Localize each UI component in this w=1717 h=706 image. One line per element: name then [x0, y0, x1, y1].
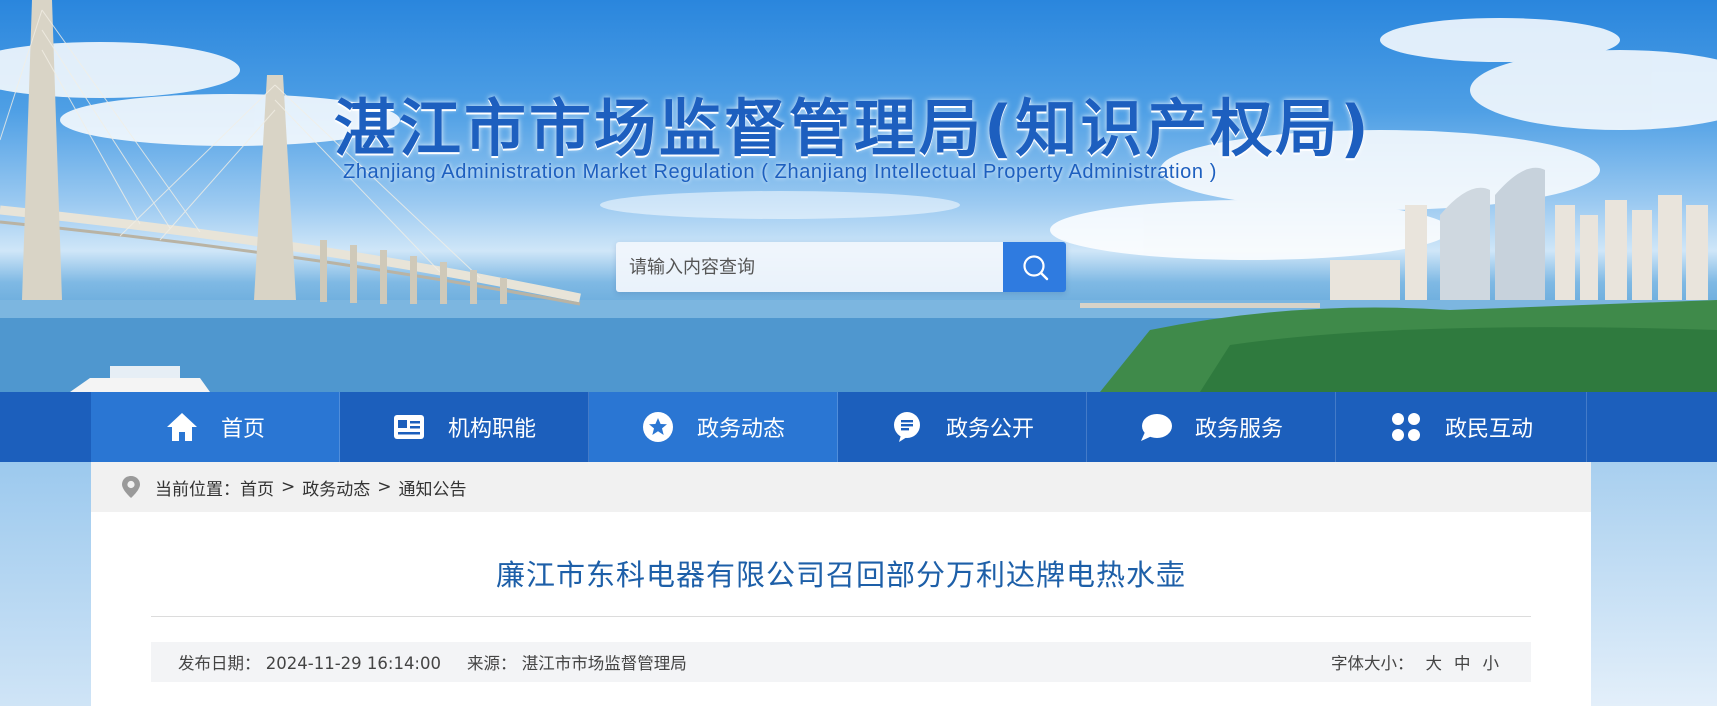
- chat-bubble-icon: [1139, 410, 1173, 444]
- publish-date-label: 发布日期：: [178, 654, 261, 673]
- search-icon: [1021, 253, 1049, 281]
- banner-scenery: [0, 0, 1717, 392]
- id-card-icon: [392, 410, 426, 444]
- breadcrumb-separator: >: [281, 477, 296, 497]
- document-bubble-icon: [890, 410, 924, 444]
- location-pin-icon: [121, 475, 141, 499]
- breadcrumb-news[interactable]: 政务动态: [302, 475, 370, 500]
- search-button[interactable]: [1003, 242, 1066, 292]
- nav-item-news[interactable]: 政务动态: [589, 392, 838, 462]
- site-title-cn: 湛江市市场监督管理局(知识产权局): [334, 92, 1372, 165]
- breadcrumb-notices[interactable]: 通知公告: [399, 475, 467, 500]
- nav-label: 政务动态: [696, 417, 785, 442]
- background-right: [1591, 462, 1717, 706]
- nav-label: 政务公开: [945, 417, 1034, 442]
- content-panel: 当前位置： 首页 > 政务动态 > 通知公告 廉江市东科电器有限公司召回部分万利…: [91, 462, 1591, 706]
- breadcrumb-separator: >: [377, 477, 392, 497]
- site-title-en: Zhanjiang Administration Market Regulati…: [343, 161, 1217, 183]
- source-value: 湛江市市场监督管理局: [521, 654, 687, 673]
- breadcrumb: 当前位置： 首页 > 政务动态 > 通知公告: [91, 462, 1591, 512]
- title-divider: [151, 616, 1531, 617]
- source-label: 来源：: [467, 654, 517, 673]
- background-left: [0, 462, 91, 706]
- grid-petals-icon: [1389, 410, 1423, 444]
- nav-label: 机构职能: [447, 417, 536, 442]
- nav-item-interaction[interactable]: 政民互动: [1336, 392, 1587, 462]
- header-banner: 湛江市市场监督管理局(知识产权局) Zhanjiang Administrati…: [0, 0, 1717, 392]
- nav-item-home[interactable]: 首页: [91, 392, 340, 462]
- star-badge-icon: [641, 410, 675, 444]
- home-icon: [165, 410, 199, 444]
- search-bar: [616, 242, 1066, 292]
- nav-label: 政务服务: [1194, 417, 1283, 442]
- breadcrumb-home[interactable]: 首页: [240, 475, 274, 500]
- font-size-control: 字体大小： 大 中 小: [1331, 650, 1499, 674]
- main-nav: 首页 机构职能 政务动态 政务公开 政务服务 政民互动: [0, 392, 1717, 462]
- nav-item-public-info[interactable]: 政务公开: [838, 392, 1087, 462]
- nav-item-organization[interactable]: 机构职能: [340, 392, 589, 462]
- font-size-medium[interactable]: 中: [1454, 650, 1471, 674]
- article-meta: 发布日期： 2024-11-29 16:14:00 来源： 湛江市市场监督管理局…: [151, 642, 1531, 682]
- article-source: 来源： 湛江市市场监督管理局: [467, 650, 687, 674]
- nav-item-services[interactable]: 政务服务: [1087, 392, 1336, 462]
- font-size-small[interactable]: 小: [1483, 650, 1500, 674]
- nav-label: 首页: [220, 417, 265, 442]
- publish-date-value: 2024-11-29 16:14:00: [265, 654, 441, 673]
- nav-label: 政民互动: [1444, 417, 1533, 442]
- font-size-large[interactable]: 大: [1426, 650, 1443, 674]
- font-size-label: 字体大小：: [1331, 654, 1414, 673]
- breadcrumb-prefix: 当前位置：: [155, 479, 240, 500]
- article-title: 廉江市东科电器有限公司召回部分万利达牌电热水壶: [495, 558, 1186, 592]
- publish-date: 发布日期： 2024-11-29 16:14:00: [178, 650, 441, 674]
- search-input[interactable]: [616, 242, 1003, 292]
